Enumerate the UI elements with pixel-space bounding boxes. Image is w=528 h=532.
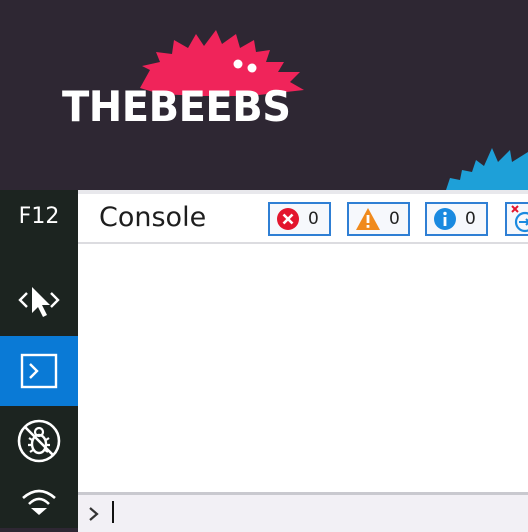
devtools-sidebar: F12 (0, 190, 78, 528)
sidebar-item-network[interactable] (0, 476, 78, 528)
website-banner: THEBEEBS (0, 0, 528, 190)
console-output (78, 244, 528, 488)
sidebar-item-debugger[interactable] (0, 406, 78, 476)
brand-wordmark: THEBEEBS (62, 83, 291, 132)
network-icon (22, 489, 56, 515)
blue-mascot-icon (446, 148, 528, 190)
dom-explorer-icon (18, 287, 60, 317)
tool-title: Console (99, 202, 207, 233)
text-caret (112, 501, 114, 523)
console-input-row (78, 492, 528, 532)
warnings-filter-button[interactable]: 0 (347, 202, 410, 236)
errors-count: 0 (308, 209, 319, 229)
f12-label: F12 (18, 204, 60, 229)
sidebar-item-console[interactable] (0, 336, 78, 406)
clear-console-button[interactable] (505, 202, 528, 236)
errors-filter-button[interactable]: 0 (268, 202, 331, 236)
console-icon (20, 353, 58, 389)
info-filter-button[interactable]: 0 (425, 202, 488, 236)
warnings-count: 0 (389, 209, 400, 229)
console-toolbar: Console 0 0 0 (78, 194, 528, 244)
info-icon (434, 208, 456, 230)
info-count: 0 (465, 209, 476, 229)
console-input[interactable] (108, 500, 512, 528)
warning-icon (356, 208, 380, 230)
sidebar-item-dom-explorer[interactable] (0, 266, 78, 336)
prompt-chevron-icon (89, 507, 99, 521)
error-icon (277, 208, 299, 230)
developer-tools-panel: F12 Console 0 0 0 (0, 190, 528, 532)
debugger-icon (17, 419, 61, 463)
clear-console-icon (511, 205, 528, 233)
console-pane: Console 0 0 0 (78, 190, 528, 532)
